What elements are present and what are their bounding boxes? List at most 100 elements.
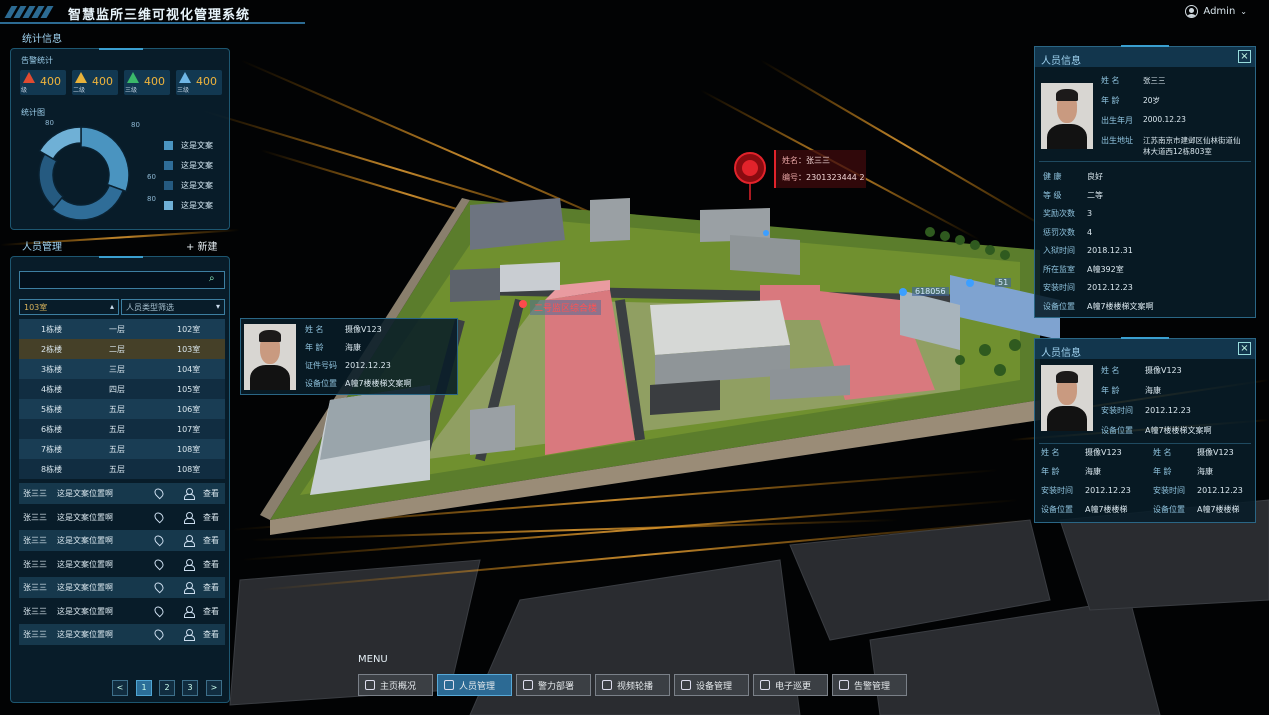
home-icon xyxy=(365,680,375,690)
row-label: 设备位置 xyxy=(1101,426,1133,435)
row-value: 张三三 xyxy=(1143,76,1166,85)
patrol-icon xyxy=(760,680,770,690)
person-icon[interactable] xyxy=(184,582,195,594)
menu-button-label: 人员管理 xyxy=(459,681,496,692)
room-row[interactable]: 3栋楼 三层 104室 xyxy=(19,359,225,379)
user-menu[interactable]: Admin ⌄ xyxy=(1185,5,1247,18)
person-icon[interactable] xyxy=(184,488,195,500)
location-pin-icon[interactable] xyxy=(152,510,166,523)
menu-button-label: 视频轮播 xyxy=(617,681,654,692)
device-info-title: 人员信息 xyxy=(1041,348,1081,359)
alarm-level-label: 三级 xyxy=(177,87,190,94)
person-icon[interactable] xyxy=(184,558,195,571)
menu-button-label: 设备管理 xyxy=(696,681,733,692)
alarm-count: 400 xyxy=(196,75,217,88)
staff-list-row[interactable]: 张三三 这是文案位置啊 查看 xyxy=(19,624,225,645)
room-cell: 104室 xyxy=(177,365,201,374)
row-value: 二等 xyxy=(1087,190,1103,200)
menu-button-1[interactable]: 人员管理 xyxy=(437,674,512,696)
staff-name: 张三三 xyxy=(23,512,47,522)
person-icon[interactable] xyxy=(184,535,195,547)
staff-list-row[interactable]: 张三三 这是文案位置啊 查看 xyxy=(19,577,225,598)
person-info-row: 入狱时间 2018.12.31 xyxy=(1043,245,1133,256)
app-title: 智慧监所三维可视化管理系统 xyxy=(68,8,251,23)
location-pin-icon[interactable] xyxy=(152,604,166,617)
view-link[interactable]: 查看 xyxy=(203,512,219,523)
close-icon[interactable]: × xyxy=(1238,342,1251,355)
menu-button-6[interactable]: 告警管理 xyxy=(832,674,907,696)
staff-list-row[interactable]: 张三三 这是文案位置啊 查看 xyxy=(19,601,225,622)
person-icon[interactable] xyxy=(184,629,195,641)
room-row[interactable]: 8栋楼 五层 108室 xyxy=(19,459,225,479)
staff-list-row[interactable]: 张三三 这是文案位置啊 查看 xyxy=(19,483,225,504)
row-label: 安装时间 xyxy=(1041,486,1073,495)
page-button-1[interactable]: 1 xyxy=(136,680,152,696)
row-label: 设备位置 xyxy=(1041,505,1073,514)
room-row[interactable]: 1栋楼 一层 102室 xyxy=(19,319,225,339)
location-pin-icon[interactable] xyxy=(152,533,166,547)
row-value: 江苏南京市建邺区仙林街道仙林大道西12栋803室 xyxy=(1143,136,1241,156)
close-icon[interactable]: × xyxy=(1238,50,1251,63)
building-tag[interactable]: 二号监区综合楼 xyxy=(530,300,602,315)
view-link[interactable]: 查看 xyxy=(203,606,219,617)
staff-list-row[interactable]: 张三三 这是文案位置啊 查看 xyxy=(19,507,225,528)
location-pin-icon[interactable] xyxy=(152,557,166,570)
donut-value-label: 80 xyxy=(131,121,140,129)
menu-button-4[interactable]: 设备管理 xyxy=(674,674,749,696)
menu-button-3[interactable]: 视频轮播 xyxy=(595,674,670,696)
staff-name: 张三三 xyxy=(23,559,47,569)
location-pin-icon[interactable] xyxy=(152,580,166,594)
search-input[interactable] xyxy=(19,271,225,289)
person-info-row: 奖励次数 3 xyxy=(1043,208,1092,219)
room-cell: 三层 xyxy=(109,365,125,374)
person-icon[interactable] xyxy=(184,511,195,524)
location-pin-icon[interactable] xyxy=(152,627,166,641)
row-label: 年 龄 xyxy=(305,343,324,352)
page-button-2[interactable]: 2 xyxy=(159,680,175,696)
page-button-3[interactable]: 3 xyxy=(182,680,198,696)
marker-label[interactable]: 51 xyxy=(995,278,1012,287)
staff-desc: 这是文案位置啊 xyxy=(57,606,113,616)
donut-slice xyxy=(38,126,82,161)
room-cell: 五层 xyxy=(109,445,125,454)
row-label: 姓 名 xyxy=(305,325,324,334)
person-info-row: 姓 名 张三三 xyxy=(1101,75,1251,86)
view-link[interactable]: 查看 xyxy=(203,535,219,546)
view-link[interactable]: 查看 xyxy=(203,559,219,570)
view-link[interactable]: 查看 xyxy=(203,488,219,499)
view-link[interactable]: 查看 xyxy=(203,582,219,593)
prev-page-button[interactable]: < xyxy=(112,680,128,696)
room-filter-select[interactable]: 103室 ▴ xyxy=(19,299,119,315)
room-row[interactable]: 5栋楼 五层 106室 xyxy=(19,399,225,419)
person-icon[interactable] xyxy=(184,605,195,618)
staff-list-row[interactable]: 张三三 这是文案位置啊 查看 xyxy=(19,530,225,551)
room-cell: 二层 xyxy=(109,345,125,354)
row-value: 良好 xyxy=(1087,172,1103,181)
room-row[interactable]: 7栋楼 五层 108室 xyxy=(19,439,225,459)
add-staff-button[interactable]: + 新建 xyxy=(186,238,218,253)
device-info-row: 设备位置 A幢7楼楼梯文案啊 xyxy=(1101,425,1212,436)
view-link[interactable]: 查看 xyxy=(203,629,219,640)
legend-swatch xyxy=(164,201,173,210)
row-value: A幢7楼楼梯 xyxy=(1197,505,1240,514)
camera-info-popup[interactable]: 姓 名 摄像V123 年 龄 海康 证件号码 2012.12.23 设备位置 A幢7楼楼梯文案… xyxy=(240,318,458,395)
marker-label[interactable]: 618056 xyxy=(912,287,949,296)
type-filter-select[interactable]: 人员类型筛选 ▾ xyxy=(121,299,225,315)
divider xyxy=(1039,443,1251,444)
room-row[interactable]: 6栋楼 五层 107室 xyxy=(19,419,225,439)
location-pin-icon[interactable] xyxy=(152,486,166,500)
device-info-panel: 人员信息 × 姓 名摄像V123 年 龄海康 安装时间 2012.12.23 设备位置 A… xyxy=(1034,337,1256,523)
legend-item: 这是文案 xyxy=(164,140,213,151)
menu-button-0[interactable]: 主页概况 xyxy=(358,674,433,696)
next-page-button[interactable]: > xyxy=(206,680,222,696)
row-value: 2018.12.31 xyxy=(1087,246,1133,255)
staff-list-row[interactable]: 张三三 这是文案位置啊 查看 xyxy=(19,554,225,575)
room-row[interactable]: 2栋楼 二层 103室 xyxy=(19,339,225,359)
menu-button-2[interactable]: 警力部署 xyxy=(516,674,591,696)
room-row[interactable]: 4栋楼 四层 105室 xyxy=(19,379,225,399)
search-icon[interactable]: ⌕ xyxy=(209,273,215,284)
row-label: 设备位置 xyxy=(305,379,337,388)
menu-button-5[interactable]: 电子巡更 xyxy=(753,674,828,696)
device-info-cell: 姓 名 摄像V123 xyxy=(1041,447,1122,458)
donut-value-label: 60 xyxy=(147,173,156,181)
